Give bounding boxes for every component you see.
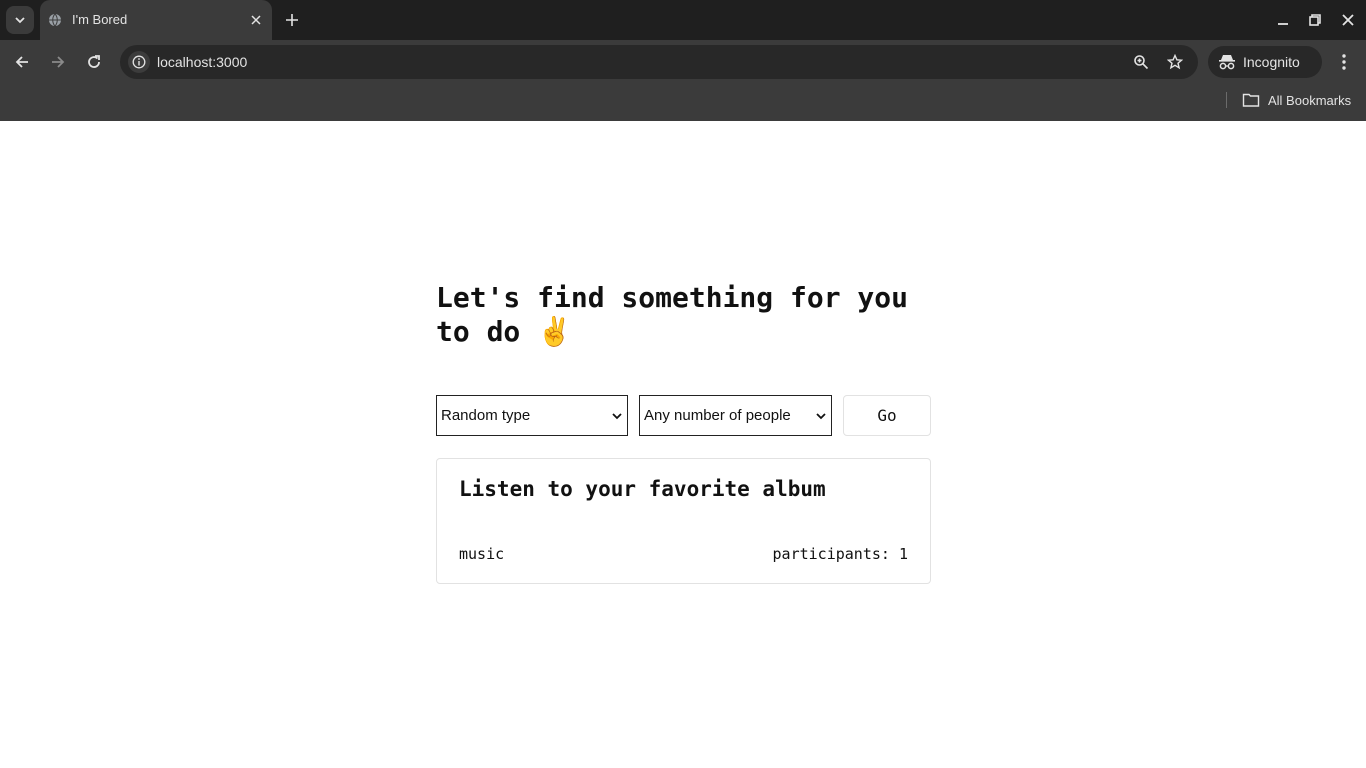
- new-tab-button[interactable]: [282, 10, 302, 30]
- browser-toolbar: localhost:3000 Incognito: [0, 40, 1366, 84]
- close-icon: [1342, 14, 1354, 26]
- participants-value: Any number of people: [644, 407, 791, 424]
- incognito-label: Incognito: [1243, 54, 1300, 70]
- site-info-button[interactable]: [128, 51, 150, 73]
- incognito-icon: [1219, 55, 1235, 70]
- activity-type: music: [459, 545, 505, 563]
- arrow-left-icon: [15, 56, 28, 68]
- activity-card: Listen to your favorite album music part…: [436, 458, 931, 584]
- activity-title: Listen to your favorite album: [459, 477, 826, 501]
- page-content: Let's find something for you to do ✌️ Ra…: [0, 121, 1366, 768]
- forward-button[interactable]: [46, 50, 70, 74]
- close-window-button[interactable]: [1338, 10, 1358, 30]
- filter-controls: Random type Any number of people Go: [436, 395, 931, 436]
- chevron-down-icon: [612, 413, 622, 420]
- close-icon: [251, 15, 261, 25]
- bookmarks-separator: [1226, 92, 1227, 108]
- page-heading: Let's find something for you to do ✌️: [436, 281, 909, 348]
- active-tab[interactable]: I'm Bored: [40, 0, 272, 40]
- all-bookmarks-label: All Bookmarks: [1268, 93, 1352, 108]
- back-button[interactable]: [10, 50, 34, 74]
- browser-menu-button[interactable]: [1334, 50, 1354, 74]
- star-icon: [1167, 54, 1183, 70]
- info-icon: [132, 55, 146, 69]
- chevron-down-icon: [816, 413, 826, 420]
- more-vertical-icon: [1342, 54, 1346, 70]
- go-button[interactable]: Go: [843, 395, 931, 436]
- bookmark-star-button[interactable]: [1166, 53, 1184, 71]
- minimize-icon: [1278, 23, 1288, 25]
- incognito-profile-button[interactable]: Incognito: [1208, 46, 1322, 78]
- chevron-down-icon: [15, 17, 25, 24]
- restore-icon: [1309, 14, 1321, 26]
- restore-button[interactable]: [1305, 10, 1325, 30]
- zoom-icon: [1134, 55, 1149, 70]
- zoom-button[interactable]: [1132, 53, 1150, 71]
- reload-button[interactable]: [82, 50, 106, 74]
- participants-select[interactable]: Any number of people: [639, 395, 832, 436]
- activity-type-select[interactable]: Random type: [436, 395, 628, 436]
- activity-type-value: Random type: [441, 407, 531, 424]
- globe-icon: [49, 13, 61, 27]
- tab-title: I'm Bored: [72, 12, 128, 27]
- plus-icon: [286, 14, 298, 26]
- tab-strip: I'm Bored: [0, 0, 1366, 40]
- folder-icon: [1242, 93, 1260, 107]
- activity-participants: participants: 1: [772, 545, 908, 563]
- reload-icon: [88, 55, 100, 68]
- url-text: localhost:3000: [157, 54, 248, 70]
- close-tab-button[interactable]: [248, 12, 264, 28]
- bookmarks-bar: All Bookmarks: [0, 84, 1366, 121]
- tab-search-button[interactable]: [6, 6, 34, 34]
- minimize-button[interactable]: [1273, 10, 1293, 30]
- address-bar[interactable]: localhost:3000: [120, 45, 1198, 79]
- arrow-right-icon: [52, 56, 65, 68]
